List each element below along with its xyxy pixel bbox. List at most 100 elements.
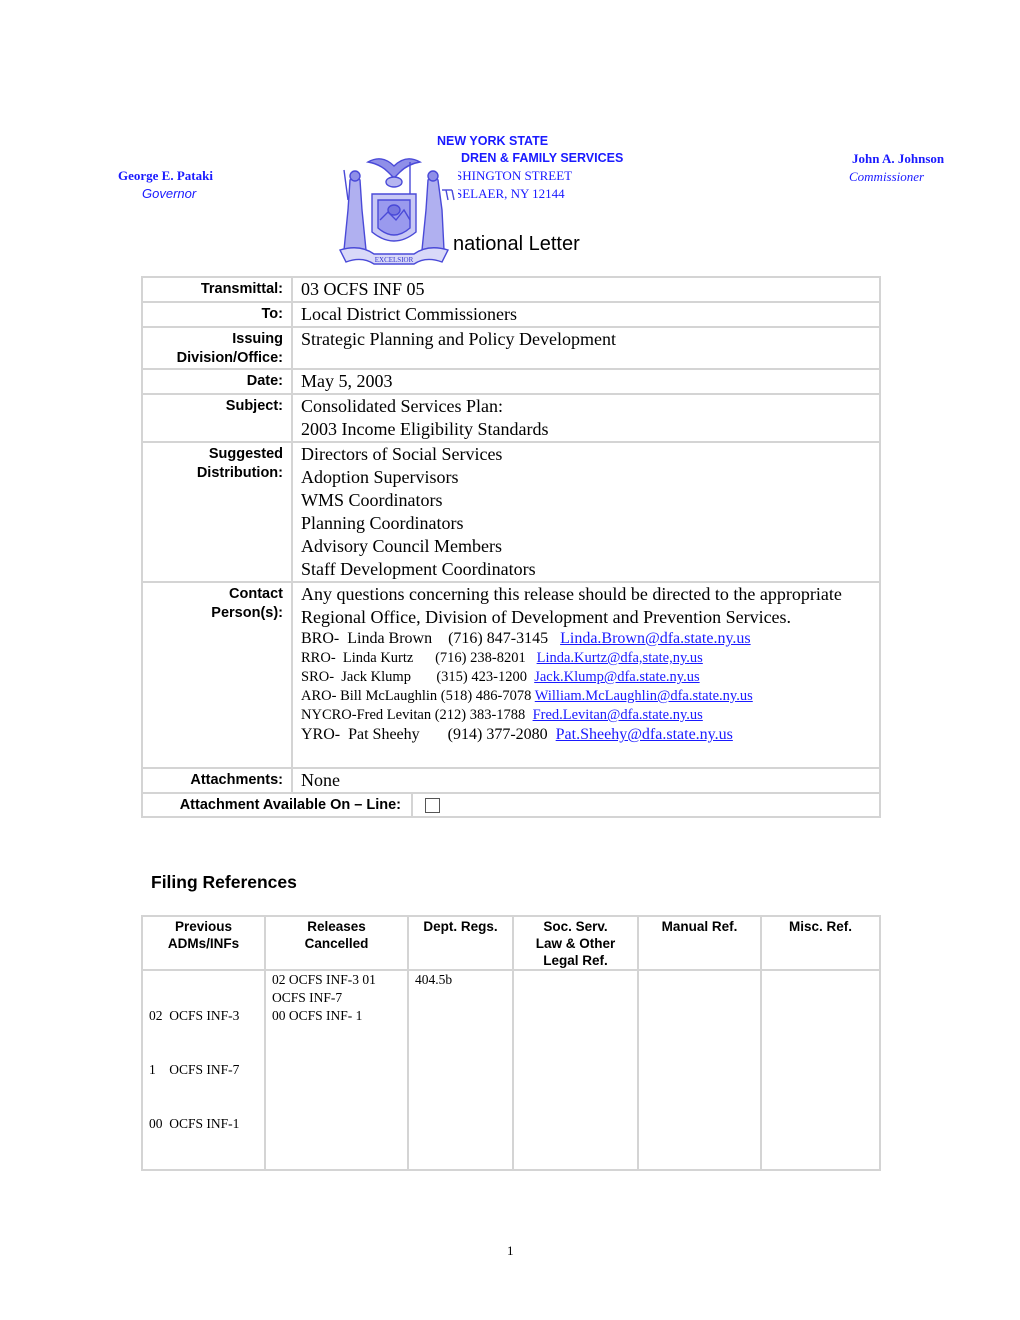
- column-header: Manual Ref.: [637, 915, 762, 971]
- filing-references-heading: Filing References: [151, 872, 297, 892]
- subject-line: 2003 Income Eligibility Standards: [301, 419, 549, 439]
- cell-line: 02 OCFS INF-3: [149, 1008, 240, 1023]
- header-line: Previous: [174, 919, 233, 934]
- letterhead-street: SHINGTON STREET: [455, 168, 573, 183]
- dept-regs-cell: 404.5b: [407, 969, 514, 1171]
- column-header: Misc. Ref.: [760, 915, 881, 971]
- distribution-item: WMS Coordinators: [301, 490, 443, 510]
- contact-entry: YRO- Pat Sheehy (914) 377-2080 Pat.Sheeh…: [301, 725, 879, 745]
- header-line: Soc. Serv.: [543, 919, 608, 934]
- contact-email-link[interactable]: Linda.Brown@dfa.state.ny.us: [560, 630, 751, 647]
- filing-data-row: 02 OCFS INF-3 1 OCFS INF-7 00 OCFS INF-1…: [141, 969, 881, 1171]
- commissioner-title: Commissioner: [849, 169, 925, 184]
- header-line: Manual Ref.: [661, 919, 738, 934]
- date-label: Date:: [141, 368, 293, 395]
- column-header: Releases Cancelled: [264, 915, 409, 971]
- contact-text: ARO- Bill McLaughlin (518) 486-7078: [301, 688, 532, 704]
- distribution-list: Directors of Social Services Adoption Su…: [291, 441, 881, 583]
- column-header: Previous ADMs/INFs: [141, 915, 266, 971]
- page-number: 1: [507, 1243, 514, 1258]
- contact-email-link[interactable]: Linda.Kurtz@dfa,state,ny.us: [537, 650, 703, 666]
- transmittal-value: 03 OCFS INF 05: [291, 276, 881, 303]
- column-header: Dept. Regs.: [407, 915, 514, 971]
- to-label: To:: [141, 301, 293, 328]
- state-seal-icon: EXCELSIOR: [330, 150, 458, 270]
- contact-label: Contact Person(s):: [141, 581, 293, 769]
- header-line: ADMs/INFs: [167, 936, 240, 951]
- header-line: Releases: [307, 919, 366, 934]
- distribution-item: Advisory Council Members: [301, 536, 502, 556]
- contact-entry: RRO- Linda Kurtz (716) 238-8201 Linda.Ku…: [301, 649, 879, 668]
- governor-title: Governor: [142, 186, 197, 201]
- distribution-item: Planning Coordinators: [301, 513, 464, 533]
- contact-email-link[interactable]: Fred.Levitan@dfa.state.ny.us: [533, 707, 703, 723]
- row-subject: Subject: Consolidated Services Plan: 200…: [141, 393, 881, 443]
- header-line: Misc. Ref.: [788, 919, 853, 934]
- cell-line: OCFS INF-7: [272, 990, 343, 1005]
- row-online: Attachment Available On – Line:: [141, 792, 881, 818]
- header-line: Law & Other: [535, 936, 616, 951]
- contact-text: SRO- Jack Klump (315) 423-1200: [301, 669, 527, 685]
- contact-value: Any questions concerning this release sh…: [291, 581, 881, 769]
- header-line: Legal Ref.: [543, 953, 608, 968]
- cell-line: 00 OCFS INF- 1: [272, 1008, 363, 1023]
- document-title: national Letter: [453, 233, 580, 255]
- online-checkbox[interactable]: [425, 797, 440, 813]
- to-value: Local District Commissioners: [291, 301, 881, 328]
- subject-line: Consolidated Services Plan:: [301, 396, 503, 416]
- seal-motto: EXCELSIOR: [375, 256, 414, 264]
- contact-entry: BRO- Linda Brown (716) 847-3145 Linda.Br…: [301, 629, 879, 649]
- governor-name: George E. Pataki: [118, 168, 213, 183]
- contact-email-link[interactable]: William.McLaughlin@dfa.state.ny.us: [535, 688, 753, 704]
- transmittal-label: Transmittal:: [141, 276, 293, 303]
- contact-entry: NYCRO-Fred Levitan (212) 383-1788 Fred.L…: [301, 706, 879, 725]
- issuing-label-line: Issuing: [232, 331, 283, 347]
- releases-cancelled-cell: 02 OCFS INF-3 01 OCFS INF-7 00 OCFS INF-…: [264, 969, 409, 1171]
- contact-email-link[interactable]: Jack.Klump@dfa.state.ny.us: [534, 669, 699, 685]
- row-transmittal: Transmittal: 03 OCFS INF 05: [141, 276, 881, 303]
- filing-header-row: Previous ADMs/INFs Releases Cancelled De…: [141, 915, 881, 971]
- row-issuing: Issuing Division/Office: Strategic Plann…: [141, 326, 881, 370]
- contact-intro: Any questions concerning this release sh…: [301, 584, 842, 627]
- distribution-item: Adoption Supervisors: [301, 467, 459, 487]
- online-cell: Attachment Available On – Line:: [141, 792, 881, 818]
- attachments-value: None: [291, 767, 881, 794]
- commissioner-name: John A. Johnson: [852, 151, 945, 166]
- online-label: Attachment Available On – Line:: [143, 794, 413, 816]
- contact-text: NYCRO-Fred Levitan (212) 383-1788: [301, 707, 526, 723]
- distribution-label-line: Distribution:: [196, 465, 283, 481]
- transmittal-info-table: Transmittal: 03 OCFS INF 05 To: Local Di…: [141, 276, 881, 818]
- misc-ref-cell: [760, 969, 881, 1171]
- column-header: Soc. Serv. Law & Other Legal Ref.: [512, 915, 639, 971]
- soc-serv-law-cell: [512, 969, 639, 1171]
- contact-text: YRO- Pat Sheehy (914) 377-2080: [301, 726, 548, 743]
- contact-label-line: Contact: [229, 586, 283, 602]
- header-line: Dept. Regs.: [423, 919, 498, 934]
- cell-line: 00 OCFS INF-1: [149, 1116, 240, 1131]
- row-distribution: Suggested Distribution: Directors of Soc…: [141, 441, 881, 583]
- cell-line: 1 OCFS INF-7: [149, 1062, 240, 1077]
- letterhead-city: SELAER, NY 12144: [455, 186, 565, 201]
- row-date: Date: May 5, 2003: [141, 368, 881, 395]
- header-line: Cancelled: [304, 936, 369, 951]
- contact-text: BRO- Linda Brown (716) 847-3145: [301, 630, 549, 647]
- distribution-item: Directors of Social Services: [301, 444, 503, 464]
- filing-references-table: Previous ADMs/INFs Releases Cancelled De…: [141, 915, 881, 1171]
- contact-text: RRO- Linda Kurtz (716) 238-8201: [301, 650, 526, 666]
- contact-label-line: Person(s):: [211, 605, 283, 621]
- cell-line: 404.5b: [415, 972, 453, 987]
- contact-entry: ARO- Bill McLaughlin (518) 486-7078 Will…: [301, 687, 879, 706]
- row-contact: Contact Person(s): Any questions concern…: [141, 581, 881, 769]
- subject-label: Subject:: [141, 393, 293, 443]
- distribution-label: Suggested Distribution:: [141, 441, 293, 583]
- letterhead-state: NEW YORK STATE: [437, 134, 549, 148]
- cell-line: 02 OCFS INF-3 01: [272, 972, 376, 987]
- contact-email-link[interactable]: Pat.Sheehy@dfa.state.ny.us: [556, 726, 733, 743]
- previous-adms-cell: 02 OCFS INF-3 1 OCFS INF-7 00 OCFS INF-1: [141, 969, 266, 1171]
- letterhead-agency: DREN & FAMILY SERVICES: [461, 151, 624, 165]
- row-attachments: Attachments: None: [141, 767, 881, 794]
- issuing-label-line: Division/Office:: [176, 350, 283, 366]
- issuing-value: Strategic Planning and Policy Developmen…: [291, 326, 881, 370]
- row-to: To: Local District Commissioners: [141, 301, 881, 328]
- subject-value: Consolidated Services Plan: 2003 Income …: [291, 393, 881, 443]
